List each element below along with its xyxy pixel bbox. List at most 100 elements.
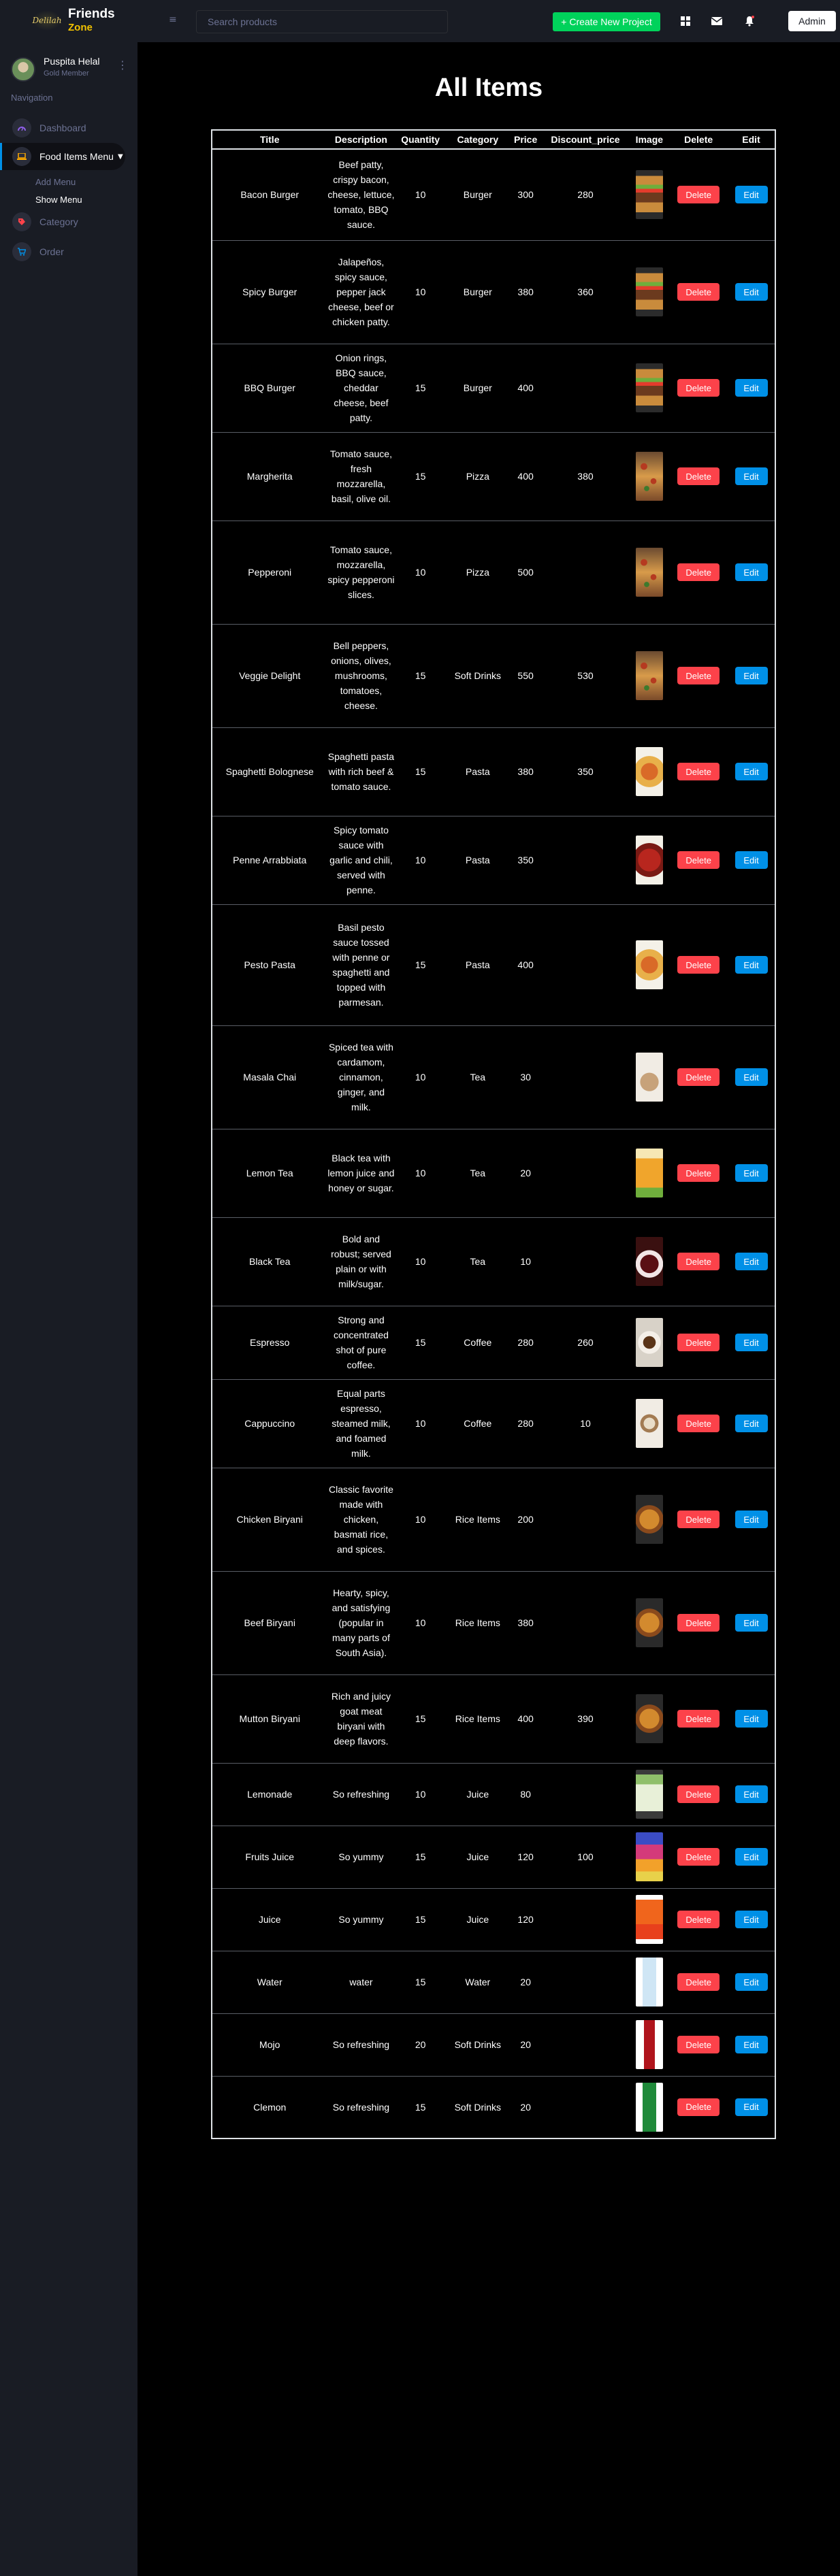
- delete-button[interactable]: Delete: [677, 1911, 720, 1928]
- mail-icon[interactable]: [709, 14, 724, 29]
- delete-button[interactable]: Delete: [677, 283, 720, 301]
- delete-button[interactable]: Delete: [677, 1164, 720, 1182]
- search-input[interactable]: [196, 10, 448, 33]
- create-project-button[interactable]: + Create New Project: [553, 12, 660, 31]
- edit-button[interactable]: Edit: [734, 186, 768, 204]
- profile[interactable]: Puspita Helal Gold Member ⋮: [11, 49, 133, 82]
- edit-button[interactable]: Edit: [734, 2098, 768, 2116]
- edit-button[interactable]: Edit: [734, 1710, 768, 1728]
- item-description: Classic favorite made with chicken, basm…: [327, 1467, 395, 1571]
- item-description: Spicy tomato sauce with garlic and chili…: [327, 815, 395, 904]
- item-description: So refreshing: [327, 2075, 395, 2139]
- sidebar-item-category[interactable]: Category: [0, 208, 125, 235]
- sidebar-item-dashboard[interactable]: Dashboard: [0, 114, 125, 142]
- item-price: 380: [509, 240, 542, 344]
- delete-button[interactable]: Delete: [677, 851, 720, 869]
- menu-toggle-icon[interactable]: ≡: [169, 15, 178, 24]
- edit-button[interactable]: Edit: [734, 956, 768, 974]
- edit-button[interactable]: Edit: [734, 1911, 768, 1928]
- item-discount-price: [541, 815, 630, 904]
- delete-button[interactable]: Delete: [677, 2098, 720, 2116]
- submenu-add-menu[interactable]: Add Menu: [35, 177, 76, 187]
- delete-button[interactable]: Delete: [677, 379, 720, 397]
- item-image-cell: [629, 431, 670, 521]
- edit-button[interactable]: Edit: [734, 667, 768, 684]
- item-image-cell: [629, 1825, 670, 1888]
- edit-button[interactable]: Edit: [734, 851, 768, 869]
- edit-button[interactable]: Edit: [734, 1785, 768, 1803]
- edit-button[interactable]: Edit: [734, 1164, 768, 1182]
- food-image: [635, 1694, 663, 1743]
- delete-button[interactable]: Delete: [677, 1253, 720, 1270]
- item-quantity: 10: [395, 1570, 446, 1674]
- delete-button[interactable]: Delete: [677, 763, 720, 780]
- sidebar-item-order[interactable]: Order: [0, 238, 125, 265]
- bell-icon[interactable]: [742, 14, 757, 29]
- delete-button[interactable]: Delete: [677, 1510, 720, 1528]
- edit-button[interactable]: Edit: [734, 1614, 768, 1632]
- delete-button[interactable]: Delete: [677, 1710, 720, 1728]
- delete-button[interactable]: Delete: [677, 186, 720, 204]
- more-options-icon[interactable]: ⋮: [117, 59, 128, 75]
- sidebar-item-label: Order: [39, 246, 64, 257]
- item-image-cell: [629, 1305, 670, 1379]
- delete-button[interactable]: Delete: [677, 667, 720, 684]
- edit-cell: Edit: [728, 148, 775, 240]
- edit-button[interactable]: Edit: [734, 1973, 768, 1991]
- item-price: 20: [509, 2013, 542, 2076]
- item-price: 30: [509, 1025, 542, 1129]
- edit-cell: Edit: [728, 1674, 775, 1763]
- item-price: 350: [509, 815, 542, 904]
- item-image-cell: [629, 1025, 670, 1129]
- delete-button[interactable]: Delete: [677, 467, 720, 485]
- item-title: Spicy Burger: [212, 240, 327, 344]
- sidebar-item-food-items-menu[interactable]: Food Items Menu ▼: [0, 143, 125, 170]
- item-category: Water: [445, 1950, 510, 2013]
- food-image: [635, 1832, 663, 1881]
- edit-cell: Edit: [728, 1887, 775, 1951]
- delete-button[interactable]: Delete: [677, 2036, 720, 2053]
- delete-button[interactable]: Delete: [677, 1415, 720, 1432]
- edit-button[interactable]: Edit: [734, 1510, 768, 1528]
- grid-icon[interactable]: [678, 14, 693, 29]
- item-quantity: 15: [395, 904, 446, 1025]
- item-price: 20: [509, 1950, 542, 2013]
- table-row: Mojo So refreshing 20 Soft Drinks 20 Delete Ed…: [212, 2013, 775, 2076]
- item-description: So refreshing: [327, 1762, 395, 1826]
- edit-button[interactable]: Edit: [734, 379, 768, 397]
- submenu-show-menu[interactable]: Show Menu: [35, 195, 82, 205]
- edit-button[interactable]: Edit: [734, 283, 768, 301]
- item-image-cell: [629, 1467, 670, 1571]
- item-discount-price: 350: [541, 727, 630, 816]
- edit-button[interactable]: Edit: [734, 1068, 768, 1086]
- edit-button[interactable]: Edit: [734, 2036, 768, 2053]
- item-description: So refreshing: [327, 2013, 395, 2076]
- admin-button[interactable]: Admin: [788, 11, 836, 31]
- delete-button[interactable]: Delete: [677, 1334, 720, 1351]
- delete-button[interactable]: Delete: [677, 1614, 720, 1632]
- edit-button[interactable]: Edit: [734, 1415, 768, 1432]
- edit-button[interactable]: Edit: [734, 1848, 768, 1866]
- delete-cell: Delete: [669, 904, 728, 1025]
- edit-button[interactable]: Edit: [734, 763, 768, 780]
- delete-cell: Delete: [669, 623, 728, 727]
- table-row: Pesto Pasta Basil pesto sauce tossed with…: [212, 904, 775, 1025]
- delete-button[interactable]: Delete: [677, 1785, 720, 1803]
- delete-button[interactable]: Delete: [677, 956, 720, 974]
- delete-button[interactable]: Delete: [677, 1068, 720, 1086]
- delete-button[interactable]: Delete: [677, 1848, 720, 1866]
- table-row: Lemonade So refreshing 10 Juice 80 Delete Edit: [212, 1762, 775, 1826]
- edit-cell: Edit: [728, 1305, 775, 1379]
- edit-button[interactable]: Edit: [734, 1253, 768, 1270]
- delete-button[interactable]: Delete: [677, 1973, 720, 1991]
- brand[interactable]: Delilah Friends Zone: [32, 7, 114, 33]
- delete-cell: Delete: [669, 148, 728, 240]
- item-description: Rich and juicy goat meat biryani with de…: [327, 1674, 395, 1763]
- item-title: Margherita: [212, 431, 327, 521]
- edit-button[interactable]: Edit: [734, 563, 768, 581]
- edit-button[interactable]: Edit: [734, 467, 768, 485]
- item-quantity: 15: [395, 623, 446, 727]
- edit-button[interactable]: Edit: [734, 1334, 768, 1351]
- delete-button[interactable]: Delete: [677, 563, 720, 581]
- table-row: Bacon Burger Beef patty, crispy bacon, ch…: [212, 148, 775, 240]
